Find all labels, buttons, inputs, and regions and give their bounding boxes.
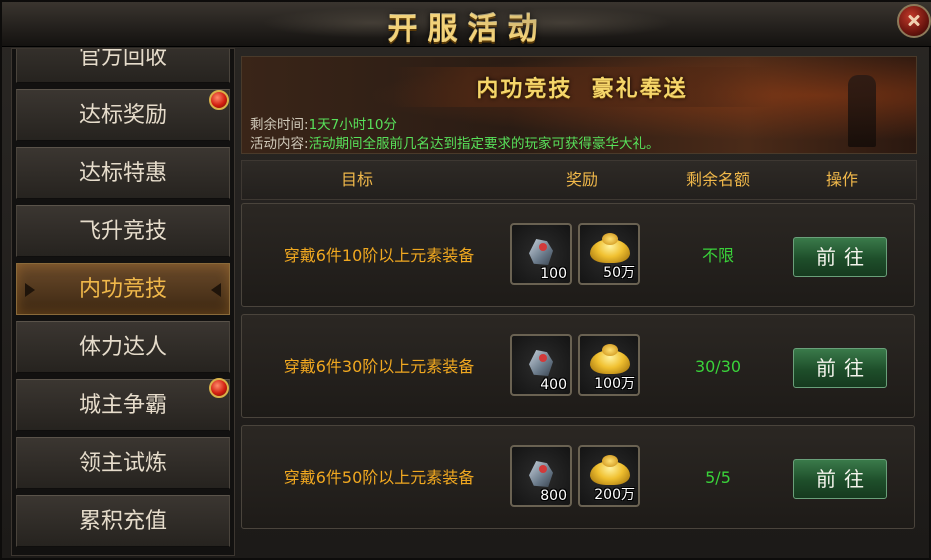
- notification-dot-icon: [209, 90, 229, 110]
- main-panel: 内功竞技 豪礼奉送 剩余时间:1天7小时10分 活动内容:活动期间全服前几名达到…: [239, 48, 917, 554]
- sidebar-item-ascension-contest[interactable]: 飞升竞技: [16, 205, 230, 257]
- ore-icon: [529, 239, 553, 265]
- reward-quantity: 50万: [603, 265, 635, 281]
- reward-quantity: 800: [540, 488, 567, 504]
- header-action: 操作: [825, 170, 858, 189]
- reward-slot[interactable]: 200万: [578, 445, 640, 507]
- banner-title: 内功竞技 豪礼奉送: [476, 76, 688, 102]
- remaining-time-value: 1天7小时10分: [308, 117, 397, 133]
- table-header: 目标 奖励 剩余名额 操作: [241, 160, 917, 200]
- remaining-time-label: 剩余时间:: [250, 117, 309, 133]
- reward-slot[interactable]: 100万: [578, 334, 640, 396]
- activity-sidebar: 官方回收 达标奖励 达标特惠 飞升竞技 内功竞技 体力达人 城主争霸 领主试炼 …: [11, 48, 235, 556]
- warrior-silhouette: [848, 75, 876, 147]
- remaining-quota: 不限: [701, 246, 734, 265]
- header-target: 目标: [340, 170, 373, 189]
- table-row: 穿戴6件50阶以上元素装备 800 200万 5/5 前往: [241, 425, 915, 529]
- sidebar-item-lord-trial[interactable]: 领主试炼: [16, 437, 230, 489]
- row-target: 穿戴6件30阶以上元素装备: [283, 357, 475, 376]
- remaining-time-line: 剩余时间:1天7小时10分: [250, 113, 397, 133]
- close-button[interactable]: [897, 4, 931, 38]
- reward-slot[interactable]: 50万: [578, 223, 640, 285]
- reward-quantity: 100万: [594, 376, 635, 392]
- window-title: 开服活动: [387, 12, 548, 47]
- go-button[interactable]: 前往: [793, 459, 887, 499]
- go-button[interactable]: 前往: [793, 348, 887, 388]
- activity-content-line: 活动内容:活动期间全服前几名达到指定要求的玩家可获得豪华大礼。: [250, 132, 660, 152]
- remaining-quota: 5/5: [705, 468, 731, 487]
- sidebar-item-city-lord-battle[interactable]: 城主争霸: [16, 379, 230, 431]
- activity-banner: 内功竞技 豪礼奉送 剩余时间:1天7小时10分 活动内容:活动期间全服前几名达到…: [241, 56, 917, 154]
- go-button[interactable]: 前往: [793, 237, 887, 277]
- header-reward: 奖励: [565, 170, 598, 189]
- sidebar-item-reach-discount[interactable]: 达标特惠: [16, 147, 230, 199]
- sidebar-item-cumulative-recharge[interactable]: 累积充值: [16, 495, 230, 547]
- activity-content-value: 活动期间全服前几名达到指定要求的玩家可获得豪华大礼。: [308, 136, 660, 152]
- sidebar-item-stamina-master[interactable]: 体力达人: [16, 321, 230, 373]
- title-bar: 开服活动: [2, 2, 931, 47]
- row-target: 穿戴6件10阶以上元素装备: [283, 246, 475, 265]
- reward-quantity: 100: [540, 266, 567, 282]
- window-frame: 开服活动 官方回收 达标奖励 达标特惠 飞升竞技 内功竞技 体力达人 城主争霸 …: [0, 0, 931, 560]
- header-remaining: 剩余名额: [685, 170, 750, 189]
- table-row: 穿戴6件30阶以上元素装备 400 100万 30/30 前往: [241, 314, 915, 418]
- reward-slot[interactable]: 400: [510, 334, 572, 396]
- sidebar-item-inner-power-contest[interactable]: 内功竞技: [16, 263, 230, 315]
- gold-ingot-icon: [590, 344, 630, 374]
- gold-ingot-icon: [590, 233, 630, 263]
- activity-content-label: 活动内容:: [250, 136, 309, 152]
- remaining-quota: 30/30: [694, 357, 742, 376]
- table-row: 穿戴6件10阶以上元素装备 100 50万 不限 前往: [241, 203, 915, 307]
- row-target: 穿戴6件50阶以上元素装备: [283, 468, 475, 487]
- sidebar-item-official-recycle[interactable]: 官方回收: [16, 49, 230, 83]
- reward-quantity: 400: [540, 377, 567, 393]
- gold-ingot-icon: [590, 455, 630, 485]
- notification-dot-icon: [209, 378, 229, 398]
- ore-icon: [529, 350, 553, 376]
- ore-icon: [529, 461, 553, 487]
- reward-slot[interactable]: 100: [510, 223, 572, 285]
- sidebar-item-reach-reward[interactable]: 达标奖励: [16, 89, 230, 141]
- reward-quantity: 200万: [594, 487, 635, 503]
- reward-slot[interactable]: 800: [510, 445, 572, 507]
